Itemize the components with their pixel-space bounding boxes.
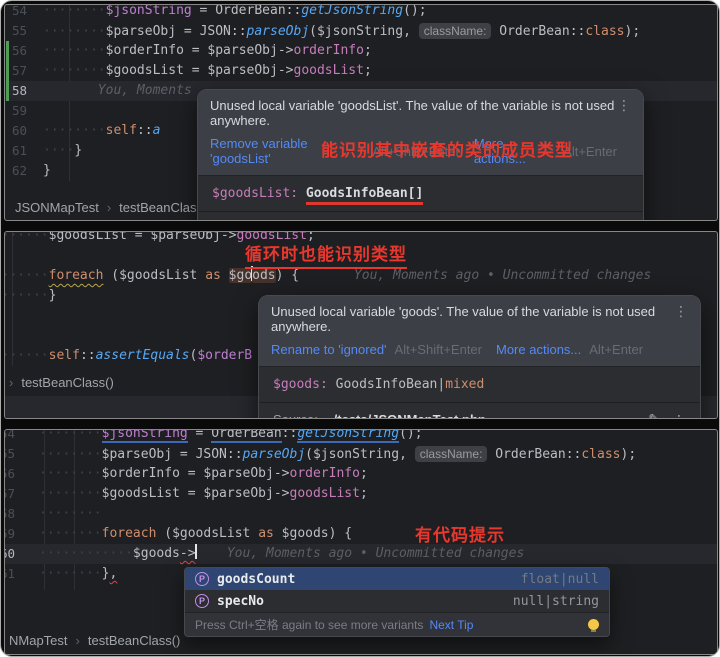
red-annotation: 循环时也能识别类型 [245, 245, 407, 269]
line-number[interactable]: 61 [5, 141, 39, 161]
completion-hint-text: Press Ctrl+空格 again to see more variants [195, 618, 424, 632]
stacked-editor-screenshots: 54 ········$jsonString = OrderBean::getJs… [0, 0, 720, 657]
kebab-menu-icon[interactable]: ⋮ [672, 413, 686, 419]
change-marker [6, 41, 9, 61]
line-number[interactable]: 57 [5, 61, 39, 81]
source-row: Source: .../tests/JSONMapTest.php ✎ ⋮ [259, 403, 700, 418]
code-line[interactable]: 58········ [5, 504, 717, 524]
edit-icon[interactable]: ✎ [648, 411, 660, 418]
code-line[interactable]: 55········$parseObj = JSON::parseObj($js… [5, 444, 717, 464]
property-icon: P [195, 594, 209, 608]
editor-panel-1: 54 ········$jsonString = OrderBean::getJs… [5, 5, 717, 220]
line-number[interactable]: 54 [5, 430, 15, 444]
kebab-menu-icon[interactable]: ⋮ [617, 98, 631, 112]
line-number[interactable]: 55 [5, 444, 15, 464]
completion-item-goodscount[interactable]: P goodsCount float|null [185, 568, 609, 590]
code-line[interactable]: 60············$goods-> You, Moments ago … [5, 544, 717, 564]
shortcut-hint: Alt+Shift+Enter [394, 342, 482, 357]
inspection-tooltip: Unused local variable 'goods'. The value… [258, 295, 701, 418]
type-info-row: $goodsList: GoodsInfoBean[] [198, 176, 643, 212]
shortcut-hint: Alt+Enter [589, 342, 644, 357]
line-number[interactable]: 54 [5, 5, 39, 21]
source-label: Source: [273, 412, 318, 418]
code-line[interactable]: 56········$orderInfo = $parseObj->orderI… [5, 464, 717, 484]
breadcrumb-method[interactable]: testBeanClass() [21, 375, 113, 390]
code-line[interactable]: 54········$jsonString = OrderBean::getJs… [5, 5, 717, 21]
code-line[interactable]: 59········foreach ($goodsList as $goods)… [5, 524, 717, 544]
next-tip-link[interactable]: Next Tip [429, 618, 473, 632]
code-line[interactable]: 57········$goodsList = $parseObj->goodsL… [5, 484, 717, 504]
line-number[interactable]: 59 [5, 524, 15, 544]
breadcrumb-class[interactable]: NMapTest [9, 633, 68, 648]
line-number[interactable]: 56 [5, 464, 15, 484]
line-number[interactable]: 60 [5, 121, 39, 141]
completion-type: float|null [520, 571, 599, 587]
change-marker [6, 61, 9, 81]
rename-link[interactable]: Rename to 'ignored' [271, 342, 387, 357]
inspection-message: Unused local variable 'goodsList'. The v… [210, 98, 615, 128]
inspection-message: Unused local variable 'goods'. The value… [271, 304, 656, 334]
code-line[interactable]: ········foreach ($goodsList as $goods) {… [5, 266, 717, 286]
completion-name: specNo [217, 593, 264, 609]
completion-footer: Press Ctrl+空格 again to see more variants… [185, 612, 609, 636]
line-number[interactable]: 55 [5, 21, 39, 41]
completion-name: goodsCount [217, 571, 296, 587]
red-annotation: 有代码提示 [415, 526, 505, 545]
line-number[interactable]: 58 [5, 81, 39, 101]
kebab-menu-icon[interactable]: ⋮ [674, 304, 688, 318]
change-marker [6, 81, 9, 101]
more-actions-link[interactable]: More actions... [496, 342, 581, 357]
red-annotation: 能识别其中嵌套的类的成员类型 [321, 141, 573, 160]
code-line[interactable]: 54········$jsonString = OrderBean::getJs… [5, 430, 717, 444]
line-number[interactable]: 57 [5, 484, 15, 504]
type-info-row: $goods: GoodsInfoBean|mixed [259, 367, 700, 403]
editor-panel-3: 54········$jsonString = OrderBean::getJs… [5, 430, 717, 654]
line-number[interactable]: 62 [5, 161, 39, 181]
lightbulb-icon [588, 619, 599, 632]
breadcrumb-class[interactable]: JSONMapTest [15, 200, 99, 215]
chevron-icon: › [106, 199, 112, 215]
code-line[interactable]: 55········$parseObj = JSON::parseObj($js… [5, 21, 717, 41]
tooltip-header: Unused local variable 'goods'. The value… [259, 296, 700, 367]
chevron-icon: › [9, 374, 14, 390]
source-row: Source: .../tests/JSONMapTest.php ✎ ⋮ [198, 212, 643, 220]
line-number[interactable]: 59 [5, 101, 39, 121]
completion-item-specno[interactable]: P specNo null|string [185, 590, 609, 612]
completion-type: null|string [512, 593, 599, 609]
line-number[interactable]: 60 [5, 544, 15, 564]
chevron-icon: › [75, 632, 80, 648]
completion-popup: P goodsCount float|null P specNo null|st… [184, 567, 610, 637]
breadcrumb: › testBeanClass() [9, 372, 114, 392]
source-path[interactable]: .../tests/JSONMapTest.php [323, 412, 486, 418]
property-icon: P [195, 572, 209, 586]
line-number[interactable]: 61 [5, 564, 15, 584]
code-area[interactable]: 54········$jsonString = OrderBean::getJs… [5, 430, 717, 584]
line-number[interactable]: 56 [5, 41, 39, 61]
breadcrumb-method[interactable]: testBeanClass() [88, 633, 180, 648]
line-number[interactable]: 58 [5, 504, 15, 524]
code-line[interactable]: 56········$orderInfo = $parseObj->orderI… [5, 41, 717, 61]
code-line[interactable]: 57········$goodsList = $parseObj->goodsL… [5, 61, 717, 81]
breadcrumb: NMapTest › testBeanClass() [9, 630, 180, 650]
editor-panel-2: ········$goodsList = $parseObj->goodsLis… [5, 232, 717, 418]
code-line[interactable]: ········$goodsList = $parseObj->goodsLis… [5, 232, 717, 246]
tooltip-header: Unused local variable 'goodsList'. The v… [198, 90, 643, 176]
breadcrumb: JSONMapTest › testBeanClass() [15, 197, 212, 217]
